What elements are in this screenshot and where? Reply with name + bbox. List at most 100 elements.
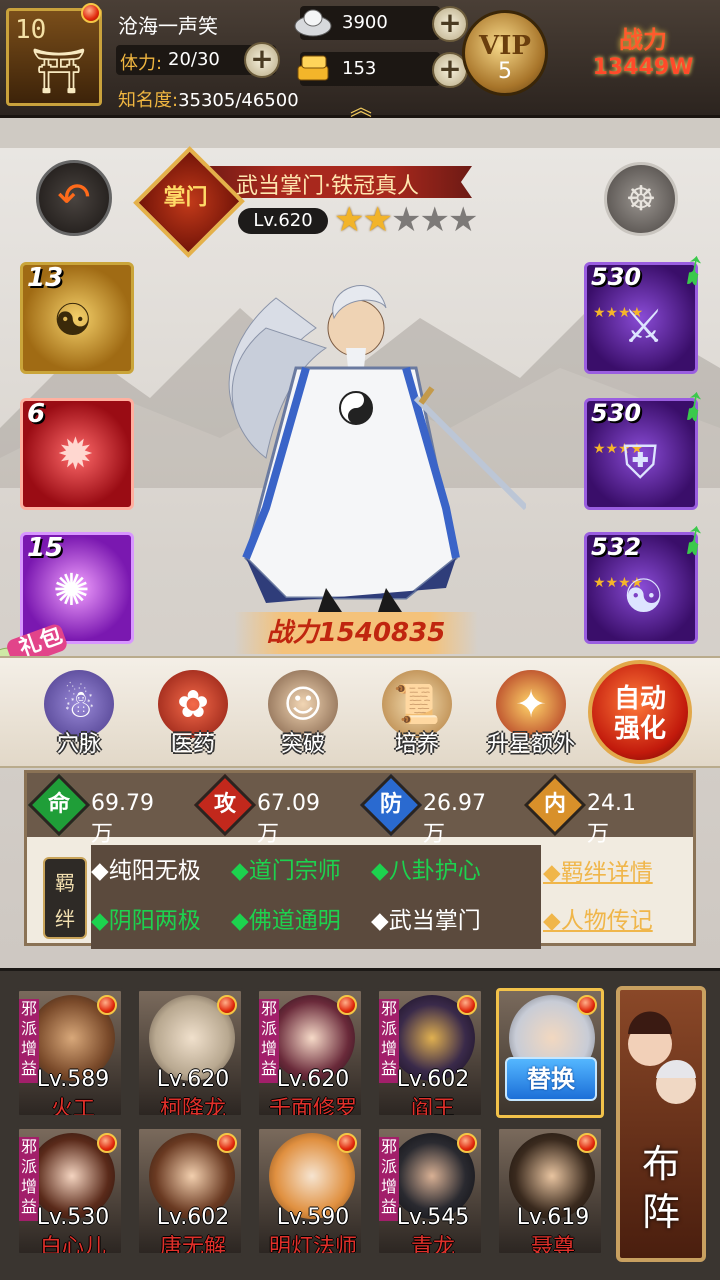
hero-power: 战力1540835 [234, 612, 478, 654]
formation-line2: 阵 [641, 1190, 680, 1234]
skill-slot-1[interactable]: 13 ☯ [20, 262, 134, 374]
stamina-value: 20/30 [168, 49, 220, 70]
fame-row: 知名度:35305/46500 [118, 86, 299, 112]
action-label: 培养 [394, 732, 439, 757]
attribute-row: 命 69.79万 攻 67.09万 防 26.97万 内 24.1万 [27, 773, 693, 847]
silver-amount: 3900 [342, 12, 388, 33]
notification-dot [217, 995, 237, 1015]
medicine-button[interactable]: ✿ 医药 [148, 670, 238, 758]
selected-hero-card[interactable]: 替换 [496, 988, 604, 1118]
seal-text: 掌门 [163, 185, 208, 211]
member-name: 千面修罗 [268, 1097, 357, 1118]
equipment-weapon[interactable]: 530 ★★★★ ⚔ ➹ [584, 242, 720, 374]
member-name: 阎王 [410, 1097, 455, 1118]
player-level: 10 [15, 15, 47, 45]
bagua-mirror-icon: ☯ [623, 569, 665, 623]
member-name: 明灯法师 [268, 1235, 357, 1256]
member-level: Lv.602 [396, 1067, 470, 1092]
star-empty-icon: ★ [390, 200, 422, 240]
equipment-level: 530 [591, 263, 642, 291]
member-level: Lv.620 [276, 1067, 350, 1092]
formation-label: 布阵 [620, 1140, 702, 1236]
statue-button[interactable]: ☸ [604, 162, 678, 236]
equipment-stars: ★★★★ [593, 305, 644, 321]
team-member-card[interactable]: Lv.590 明灯法师 [256, 1126, 364, 1256]
team-member-card[interactable]: 邪派增益 Lv.530 白心儿 [16, 1126, 124, 1256]
hero-level: Lv.620 [238, 208, 328, 234]
stat-value: 69.79万 [91, 791, 154, 847]
member-name: 火工 [50, 1097, 95, 1118]
star-upgrade-button[interactable]: ✦ 升星额外 [486, 670, 576, 758]
bond-detail-link[interactable]: ◆羁绊详情 [543, 853, 653, 887]
formation-button[interactable]: 布阵 [616, 986, 706, 1262]
team-member-card[interactable]: 邪派增益 Lv.602 阎王 [376, 988, 484, 1118]
team-member-card[interactable]: Lv.602 唐无解 [136, 1126, 244, 1256]
bond-item: ◆阴阳两极 [91, 908, 201, 934]
auto-enhance-button[interactable]: 自动 强化 [588, 660, 692, 764]
auto-enhance-line2: 强化 [613, 714, 666, 744]
member-name: 聂尊 [530, 1235, 575, 1256]
equipment-level: 532 [591, 533, 642, 561]
bond-tag: 羁 绊 [43, 857, 87, 939]
auto-enhance-line1: 自动 [613, 684, 666, 714]
member-level: Lv.545 [396, 1205, 470, 1230]
member-level: Lv.590 [276, 1205, 350, 1230]
star-empty-icon: ★ [419, 200, 450, 240]
breakthrough-button[interactable]: ☺ 突破 [258, 670, 348, 758]
stat-value: 24.1万 [587, 791, 636, 847]
stamina-label: 体力: [120, 53, 163, 74]
star-empty-icon: ★ [447, 200, 479, 240]
bond-item: ◆纯阳无极 [91, 858, 201, 884]
vip-label: VIP [479, 31, 531, 61]
vortex-skill-icon: ✺ [53, 565, 90, 616]
skill-level: 15 [27, 533, 64, 563]
silver-ingot-icon [294, 9, 332, 37]
stat-value: 26.97万 [423, 791, 486, 847]
add-silver-button[interactable]: + [432, 6, 468, 42]
silver-resource: 3900 [294, 6, 440, 40]
header-divider [0, 118, 720, 148]
team-member-card[interactable]: Lv.620 柯降龙 [136, 988, 244, 1118]
total-power-label: 战力 [619, 26, 667, 54]
team-member-card[interactable]: 邪派增益 Lv.545 青龙 [376, 1126, 484, 1256]
notification-dot [457, 995, 477, 1015]
add-stamina-button[interactable]: + [244, 42, 280, 78]
stat-char: 命 [47, 792, 70, 817]
team-member-card[interactable]: 邪派增益 Lv.620 千面修罗 [256, 988, 364, 1118]
taiji-skill-icon: ☯ [53, 295, 93, 346]
equipment-stars: ★★★★ [593, 441, 644, 457]
back-button[interactable]: ↶ [36, 160, 112, 236]
team-member-card[interactable]: 邪派增益 Lv.589 火工 [16, 988, 124, 1118]
skill-level: 6 [27, 399, 46, 429]
hero-portrait[interactable] [206, 258, 526, 618]
meridian-button[interactable]: ☃ 穴脉 [34, 670, 124, 758]
skill-slot-2[interactable]: 6 ✹ [20, 398, 134, 510]
member-level: Lv.530 [36, 1205, 110, 1230]
notification-dot [577, 1133, 597, 1153]
action-label: 突破 [280, 732, 325, 757]
vip-badge[interactable]: VIP 5 [462, 10, 548, 96]
vip-level: 5 [498, 59, 512, 84]
player-name: 沧海一声笑 [118, 14, 218, 38]
action-label: 穴脉 [56, 732, 101, 757]
equipment-level: 530 [591, 399, 642, 427]
equipment-accessory[interactable]: 532 ★★★★ ☯ ➹ [584, 512, 720, 644]
bond-item: ◆武当掌门 [371, 908, 481, 934]
hero-stats-panel: 命 69.79万 攻 67.09万 防 26.97万 内 24.1万 ◆纯阳无极… [24, 770, 696, 949]
swap-button[interactable]: 替换 [505, 1057, 597, 1101]
notification-dot [97, 1133, 117, 1153]
fame-value: 35305/46500 [178, 90, 299, 111]
player-avatar[interactable]: 10 ⛩ [6, 3, 102, 106]
action-label: 升星额外 [486, 732, 575, 757]
gold-resource: 153 [297, 52, 440, 86]
member-level: Lv.620 [156, 1067, 230, 1092]
bond-item: ◆道门宗师 [231, 858, 341, 884]
armor-icon: ⛨ [623, 435, 658, 489]
team-member-card[interactable]: Lv.619 聂尊 [496, 1126, 604, 1256]
formation-line1: 布 [641, 1142, 680, 1186]
biography-link[interactable]: ◆人物传记 [543, 901, 653, 935]
equipment-armor[interactable]: 530 ★★★★ ⛨ ➹ [584, 378, 720, 510]
cultivate-button[interactable]: 📜 培养 [372, 670, 462, 758]
temple-icon: ⛩ [31, 46, 87, 97]
stat-char: 防 [379, 792, 402, 817]
